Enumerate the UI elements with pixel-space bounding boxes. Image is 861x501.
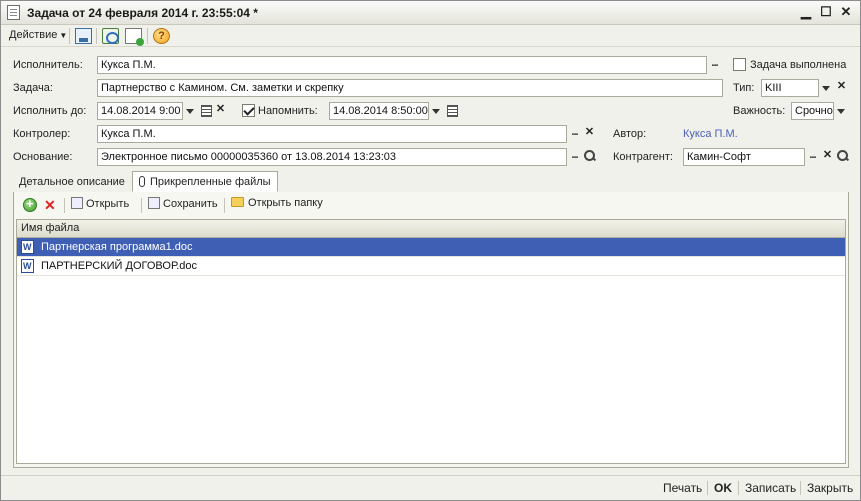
floppy-icon bbox=[148, 197, 160, 209]
open-folder-button[interactable]: Открыть папку bbox=[231, 197, 323, 209]
window-title: Задача от 24 февраля 2014 г. 23:55:04 * bbox=[27, 6, 258, 20]
tab-attached-files[interactable]: Прикрепленные файлы bbox=[132, 171, 278, 192]
word-document-icon bbox=[21, 238, 34, 256]
author-link[interactable]: Кукса П.М. bbox=[683, 128, 738, 140]
remind-dropdown-icon[interactable] bbox=[429, 102, 444, 120]
counterparty-label: Контрагент: bbox=[613, 151, 673, 163]
toolbar-divider bbox=[224, 198, 225, 213]
counterparty-open-icon[interactable] bbox=[835, 148, 850, 166]
open-folder-label: Открыть папку bbox=[248, 197, 323, 209]
table-row[interactable]: Партнерская программа1.doc bbox=[17, 238, 845, 257]
title-bar: Задача от 24 февраля 2014 г. 23:55:04 * … bbox=[1, 1, 860, 25]
ok-button[interactable]: OK bbox=[714, 481, 732, 495]
open-file-icon bbox=[71, 197, 83, 209]
basis-field[interactable]: Электронное письмо 00000035360 от 13.08.… bbox=[97, 148, 567, 166]
maximize-icon[interactable]: ☐ bbox=[817, 4, 835, 21]
action-menu[interactable]: Действие ▼ bbox=[9, 29, 67, 41]
save-and-close-icon[interactable] bbox=[75, 28, 92, 44]
type-dropdown-icon[interactable] bbox=[819, 79, 834, 97]
paperclip-icon bbox=[139, 176, 145, 187]
controller-field[interactable]: Кукса П.М. bbox=[97, 125, 567, 143]
type-label: Тип: bbox=[733, 82, 755, 94]
files-table: Имя файла Партнерская программа1.doc ПАР… bbox=[16, 219, 846, 464]
due-label: Исполнить до: bbox=[13, 105, 87, 117]
word-document-icon bbox=[21, 257, 34, 275]
table-row[interactable]: ПАРТНЕРСКИЙ ДОГОВОР.doc bbox=[17, 257, 845, 276]
basis-select-button[interactable]: ... bbox=[567, 148, 582, 166]
add-icon[interactable] bbox=[23, 196, 37, 212]
counterparty-select-button[interactable]: ... bbox=[805, 148, 820, 166]
due-dropdown-icon[interactable] bbox=[183, 102, 198, 120]
close-button[interactable]: Закрыть bbox=[807, 481, 853, 495]
open-file-button[interactable]: Открыть bbox=[71, 197, 129, 210]
due-calendar-icon[interactable] bbox=[198, 102, 213, 120]
tab-attached-files-label: Прикрепленные файлы bbox=[150, 176, 271, 188]
counterparty-field[interactable]: Камин-Софт bbox=[683, 148, 805, 166]
remind-calendar-icon[interactable] bbox=[444, 102, 459, 120]
due-clear-icon[interactable]: ✕ bbox=[213, 102, 228, 120]
toolbar-divider bbox=[147, 28, 148, 44]
close-icon[interactable]: ✕ bbox=[837, 4, 855, 21]
type-field[interactable]: KIII bbox=[761, 79, 819, 97]
save-file-button[interactable]: Сохранить bbox=[148, 197, 218, 210]
tab-detailed-description[interactable]: Детальное описание bbox=[13, 172, 131, 193]
delete-icon[interactable]: ✕ bbox=[44, 197, 56, 214]
task-label: Задача: bbox=[13, 82, 53, 94]
file-name: Партнерская программа1.doc bbox=[41, 241, 193, 253]
task-done-label: Задача выполнена bbox=[750, 59, 847, 71]
executor-field[interactable]: Кукса П.М. bbox=[97, 56, 707, 74]
action-menu-label: Действие bbox=[9, 29, 58, 41]
author-label: Автор: bbox=[613, 128, 647, 140]
importance-label: Важность: bbox=[733, 105, 786, 117]
controller-select-button[interactable]: ... bbox=[567, 125, 582, 143]
importance-field[interactable]: Срочно bbox=[791, 102, 834, 120]
remind-datetime-field[interactable]: 14.08.2014 8:50:00 bbox=[329, 102, 429, 120]
minimize-icon[interactable]: ▁ bbox=[797, 4, 815, 21]
remind-label: Напомнить: bbox=[258, 105, 318, 117]
toolbar-divider bbox=[96, 28, 97, 44]
remind-checkbox[interactable] bbox=[242, 104, 255, 117]
task-window: Задача от 24 февраля 2014 г. 23:55:04 * … bbox=[0, 0, 861, 501]
copy-icon[interactable] bbox=[125, 28, 144, 46]
type-clear-icon[interactable]: ✕ bbox=[834, 79, 849, 97]
footer-divider bbox=[707, 481, 708, 495]
controller-clear-icon[interactable]: ✕ bbox=[582, 125, 597, 143]
controller-label: Контролер: bbox=[13, 128, 71, 140]
basis-open-icon[interactable] bbox=[582, 148, 597, 166]
due-date-field[interactable]: 14.08.2014 9:00 bbox=[97, 102, 183, 120]
toolbar-divider bbox=[69, 28, 70, 44]
footer-divider bbox=[800, 481, 801, 495]
attached-files-panel: ✕ Открыть Сохранить Открыть папку Имя фа… bbox=[13, 192, 849, 468]
file-name: ПАРТНЕРСКИЙ ДОГОВОР.doc bbox=[41, 260, 197, 272]
basis-label: Основание: bbox=[13, 151, 73, 163]
task-field[interactable]: Партнерство с Камином. См. заметки и скр… bbox=[97, 79, 723, 97]
task-done-checkbox[interactable] bbox=[733, 58, 746, 71]
counterparty-clear-icon[interactable]: ✕ bbox=[820, 148, 835, 166]
footer-divider bbox=[738, 481, 739, 495]
importance-dropdown-icon[interactable] bbox=[834, 102, 849, 120]
column-header-file-name[interactable]: Имя файла bbox=[17, 220, 845, 238]
document-icon bbox=[7, 5, 20, 20]
files-toolbar: ✕ Открыть Сохранить Открыть папку bbox=[14, 195, 848, 215]
open-file-label: Открыть bbox=[86, 198, 130, 210]
toolbar-divider bbox=[64, 198, 65, 213]
save-file-label: Сохранить bbox=[163, 198, 218, 210]
chevron-down-icon: ▼ bbox=[59, 31, 68, 40]
toolbar-divider bbox=[141, 198, 142, 213]
executor-label: Исполнитель: bbox=[13, 59, 83, 71]
toolbar: Действие ▼ ? bbox=[1, 25, 860, 47]
help-icon[interactable]: ? bbox=[153, 28, 170, 44]
print-button[interactable]: Печать bbox=[663, 481, 702, 495]
executor-select-button[interactable]: ... bbox=[707, 56, 722, 74]
write-button[interactable]: Записать bbox=[745, 481, 796, 495]
folder-icon bbox=[231, 197, 244, 207]
footer-bar: Печать OK Записать Закрыть bbox=[1, 475, 860, 500]
reread-icon[interactable] bbox=[102, 28, 119, 44]
